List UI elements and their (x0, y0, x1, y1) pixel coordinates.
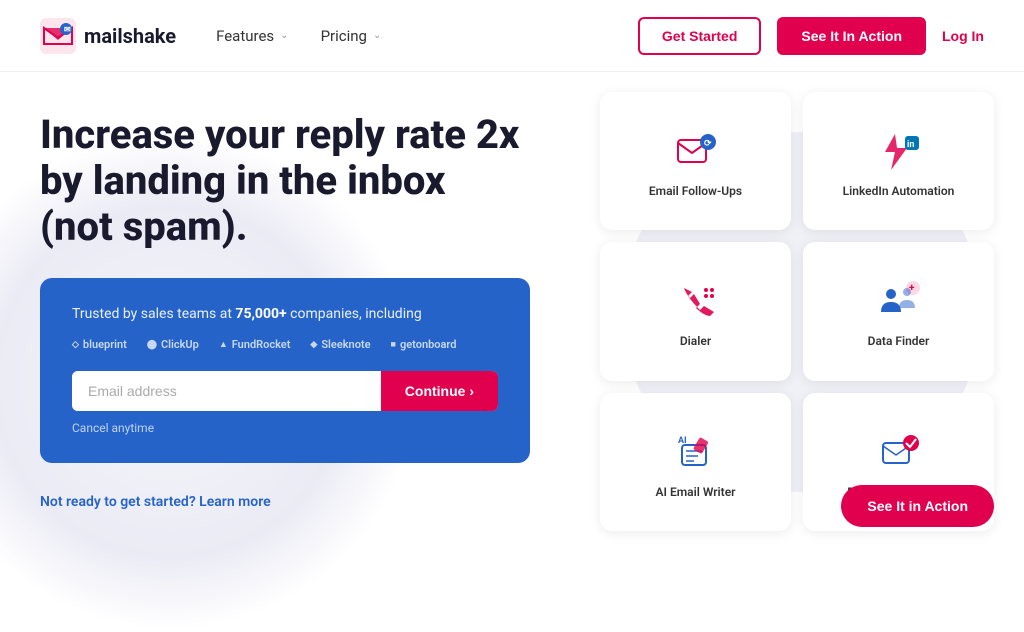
feature-label-dialer: Dialer (680, 334, 711, 348)
nav-item-pricing[interactable]: Pricing ⌄ (321, 27, 382, 45)
feature-card-dialer[interactable]: Dialer (600, 242, 791, 380)
logo-text: mailshake (84, 24, 176, 48)
login-button[interactable]: Log In (942, 28, 984, 44)
svg-text:✉: ✉ (64, 25, 71, 34)
floating-see-action-button[interactable]: See It in Action (841, 485, 994, 527)
feature-label-data-finder: Data Finder (868, 334, 930, 348)
logo[interactable]: ✉ mailshake (40, 18, 176, 54)
company-logo-blueprint: ◇ blueprint (72, 338, 127, 351)
feature-label-linkedin: LinkedIn Automation (843, 184, 955, 198)
right-panel: ⟳ Email Follow-Ups in LinkedIn Automatio… (580, 72, 1024, 551)
company-logo-getonboard: ■ getonboard (391, 338, 457, 351)
email-form: Continue › (72, 371, 498, 411)
trusted-text: Trusted by sales teams at 75,000+ compan… (72, 306, 498, 322)
feature-label-ai-writer: AI Email Writer (656, 485, 736, 499)
linkedin-icon: in (875, 128, 923, 176)
svg-text:AI: AI (678, 436, 687, 446)
svg-text:in: in (907, 140, 914, 150)
cancel-text: Cancel anytime (72, 421, 498, 435)
see-it-in-action-button[interactable]: See It In Action (777, 17, 926, 55)
email-followup-icon: ⟳ (672, 128, 720, 176)
feature-card-linkedin[interactable]: in LinkedIn Automation (803, 92, 994, 230)
navbar: ✉ mailshake Features ⌄ Pricing ⌄ Get Sta… (0, 0, 1024, 72)
learn-more-link[interactable]: Not ready to get started? Learn more (40, 494, 271, 510)
feature-card-data-finder[interactable]: + Data Finder (803, 242, 994, 380)
svg-text:⟳: ⟳ (704, 139, 712, 149)
email-input[interactable] (72, 371, 381, 411)
company-logo-sleeknote: ◆ Sleeknote (310, 338, 370, 351)
dialer-icon (672, 278, 720, 326)
cta-box: Trusted by sales teams at 75,000+ compan… (40, 278, 530, 463)
chevron-down-icon: ⌄ (280, 30, 288, 41)
company-logo-clickup: ⬤ ClickUp (147, 338, 199, 351)
ai-writer-icon: AI (672, 429, 720, 477)
get-started-button[interactable]: Get Started (638, 17, 761, 55)
feature-label-email-followups: Email Follow-Ups (649, 184, 742, 198)
nav-actions: Get Started See It In Action Log In (638, 17, 984, 55)
nav-item-features[interactable]: Features ⌄ (216, 27, 288, 45)
logo-icon: ✉ (40, 18, 76, 54)
hero-headline: Increase your reply rate 2x by landing i… (40, 112, 520, 250)
main-content: Increase your reply rate 2x by landing i… (0, 72, 1024, 551)
data-finder-icon: + (875, 278, 923, 326)
chevron-down-icon: ⌄ (373, 30, 381, 41)
deliverability-icon (875, 429, 923, 477)
left-panel: Increase your reply rate 2x by landing i… (0, 72, 580, 551)
not-ready-section: Not ready to get started? Learn more (40, 491, 540, 510)
feature-card-ai-writer[interactable]: AI AI Email Writer (600, 393, 791, 531)
company-logos: ◇ blueprint ⬤ ClickUp ▲ FundRocket ◆ Sle… (72, 338, 498, 351)
continue-button[interactable]: Continue › (381, 371, 498, 411)
svg-text:+: + (909, 283, 915, 294)
nav-links: Features ⌄ Pricing ⌄ (216, 27, 638, 45)
feature-card-email-followups[interactable]: ⟳ Email Follow-Ups (600, 92, 791, 230)
company-logo-fundrocket: ▲ FundRocket (219, 338, 291, 351)
